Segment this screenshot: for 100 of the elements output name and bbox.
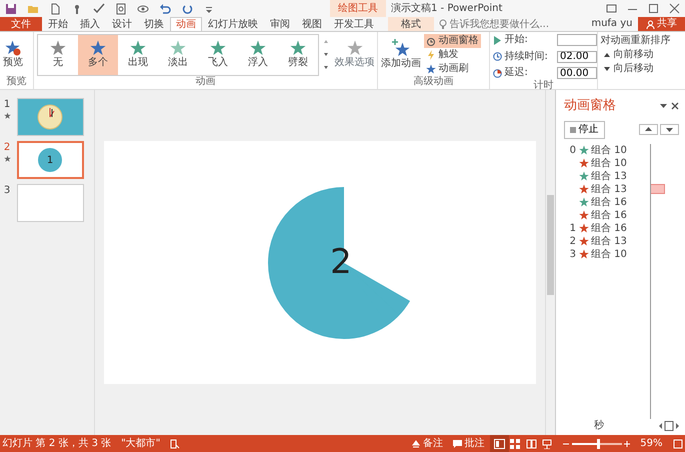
comment-icon — [452, 440, 462, 448]
save-icon[interactable] — [5, 2, 17, 14]
reorder-title: 对动画重新排序 — [600, 34, 670, 48]
undo-icon[interactable] — [159, 2, 171, 14]
ribbon-tab[interactable]: 审阅 — [264, 17, 296, 31]
down-triangle-icon — [666, 126, 673, 133]
animation-option[interactable]: 淡出 — [158, 34, 198, 74]
redo-icon[interactable] — [181, 2, 193, 14]
field-label: 延迟: — [504, 66, 529, 80]
close-icon[interactable] — [671, 102, 679, 110]
grid-view-icon[interactable] — [510, 438, 522, 448]
ribbon-tab[interactable]: 开发工具 — [328, 17, 380, 31]
animation-option[interactable]: 多个 — [78, 34, 118, 74]
animation-item[interactable]: 组合 10 — [564, 156, 640, 170]
animation-item[interactable]: 组合 13 — [564, 170, 640, 182]
normal-view-icon[interactable] — [494, 438, 506, 448]
ribbon-tab[interactable]: 幻灯片放映 — [202, 17, 264, 31]
animation-item[interactable]: 组合 16 — [564, 208, 640, 222]
notes-button[interactable]: 备注 — [412, 435, 443, 452]
notes-icon — [412, 440, 420, 448]
slide-thumbnail[interactable] — [16, 98, 84, 136]
delay-field[interactable]: 00.00 — [557, 67, 597, 79]
move-button[interactable]: 向后移动 — [600, 62, 670, 76]
ribbon-tab[interactable]: 开始 — [42, 17, 74, 31]
animation-item[interactable]: 0 组合 10 — [564, 144, 640, 156]
move-button[interactable]: 向前移动 — [600, 48, 670, 62]
dropdown-icon[interactable] — [660, 102, 667, 110]
context-tab-label: 绘图工具 — [330, 0, 386, 17]
clock-icon — [426, 36, 436, 46]
star-icon — [346, 40, 362, 56]
slide-number: 3 — [4, 184, 10, 198]
item-order-number: 0 — [568, 144, 576, 156]
star-play-icon — [5, 40, 21, 56]
preview-icon[interactable] — [115, 2, 127, 14]
clock-icon — [493, 52, 502, 61]
item-order-number: 1 — [568, 222, 576, 234]
user-name: mufa yu — [591, 17, 632, 31]
window-title: 演示文稿1 - PowerPoint — [391, 2, 502, 16]
animation-item[interactable]: 1 组合 16 — [564, 222, 640, 234]
eye-icon[interactable] — [137, 2, 149, 14]
zoom-level[interactable]: 59% — [640, 435, 662, 452]
scroll-handle-icon[interactable] — [659, 420, 679, 430]
preview-button[interactable]: 预览 — [3, 40, 23, 70]
ribbon-options-icon[interactable] — [606, 3, 617, 14]
move-up-button[interactable] — [638, 124, 658, 135]
presenter-icon[interactable] — [542, 438, 554, 448]
comments-button[interactable]: 批注 — [452, 435, 484, 452]
advanced-animation-item[interactable]: 动画窗格 — [424, 34, 481, 48]
ribbon-tab[interactable]: 插入 — [74, 17, 106, 31]
animation-item[interactable]: 组合 16 — [564, 196, 640, 208]
plus-icon[interactable] — [624, 440, 630, 446]
animation-item[interactable]: 3 组合 10 — [564, 248, 640, 260]
slide-thumbnail[interactable]: 1 — [16, 141, 84, 179]
slide-count-status: 幻灯片 第 2 张，共 3 张 — [2, 436, 112, 451]
move-down-button[interactable] — [660, 124, 679, 135]
add-animation-button[interactable]: 添加动画 — [381, 38, 421, 70]
item-order-number: 3 — [568, 248, 576, 260]
ribbon-tab[interactable]: 视图 — [296, 17, 328, 31]
lightbulb-icon — [439, 19, 447, 29]
animation-option[interactable]: 劈裂 — [278, 34, 318, 74]
ribbon-tab[interactable]: 文件 — [0, 17, 42, 31]
animation-option[interactable]: 出现 — [118, 34, 158, 74]
page-icon[interactable] — [49, 2, 61, 14]
animation-item[interactable]: 组合 13 — [564, 182, 640, 196]
ribbon-tab[interactable]: 格式 — [388, 17, 434, 31]
spellcheck-icon[interactable] — [170, 438, 180, 448]
advanced-animation-item[interactable]: 动画刷 — [424, 62, 481, 76]
item-order-number: 2 — [568, 234, 576, 248]
duration-field[interactable]: 02.00 — [557, 50, 597, 62]
vertical-scrollbar[interactable] — [545, 90, 555, 435]
up-triangle-icon — [603, 51, 611, 59]
animation-option[interactable]: 飞入 — [198, 34, 238, 74]
animation-star-icon — [4, 112, 10, 119]
search-field[interactable]: 告诉我您想要做什么... — [450, 17, 562, 31]
maximize-icon[interactable] — [648, 3, 659, 14]
minus-icon[interactable] — [563, 440, 570, 446]
start-dropdown[interactable] — [557, 34, 597, 46]
group-label: 预览 — [6, 76, 28, 88]
advanced-animation-item[interactable]: 触发 — [424, 48, 481, 62]
effect-options-button[interactable]: 效果选项 — [334, 40, 374, 70]
close-icon[interactable] — [669, 3, 680, 14]
animation-option[interactable]: 无 — [38, 34, 78, 74]
ribbon-tab[interactable]: 切换 — [138, 17, 170, 31]
group-label: 计时 — [532, 80, 554, 92]
stop-button[interactable]: 停止 — [564, 120, 604, 138]
time-unit-dropdown[interactable]: 秒 — [594, 418, 604, 432]
field-label: 开始: — [504, 33, 529, 47]
star-add-icon — [392, 38, 410, 56]
share-button[interactable]: 共享 — [638, 17, 685, 31]
animation-item[interactable]: 2 组合 13 — [564, 234, 640, 248]
slide-number: 2 — [4, 141, 10, 155]
animation-option[interactable]: 浮入 — [238, 34, 278, 74]
circle-shape: 1 — [38, 148, 62, 172]
fit-window-icon[interactable] — [672, 438, 682, 448]
ribbon-tab[interactable]: 设计 — [106, 17, 138, 31]
ribbon-tab[interactable]: 动画 — [170, 17, 202, 31]
star-icon — [426, 64, 436, 74]
slide-thumbnail[interactable] — [16, 184, 84, 222]
slide-number-text: 2 — [330, 241, 352, 284]
book-icon[interactable] — [526, 438, 538, 448]
